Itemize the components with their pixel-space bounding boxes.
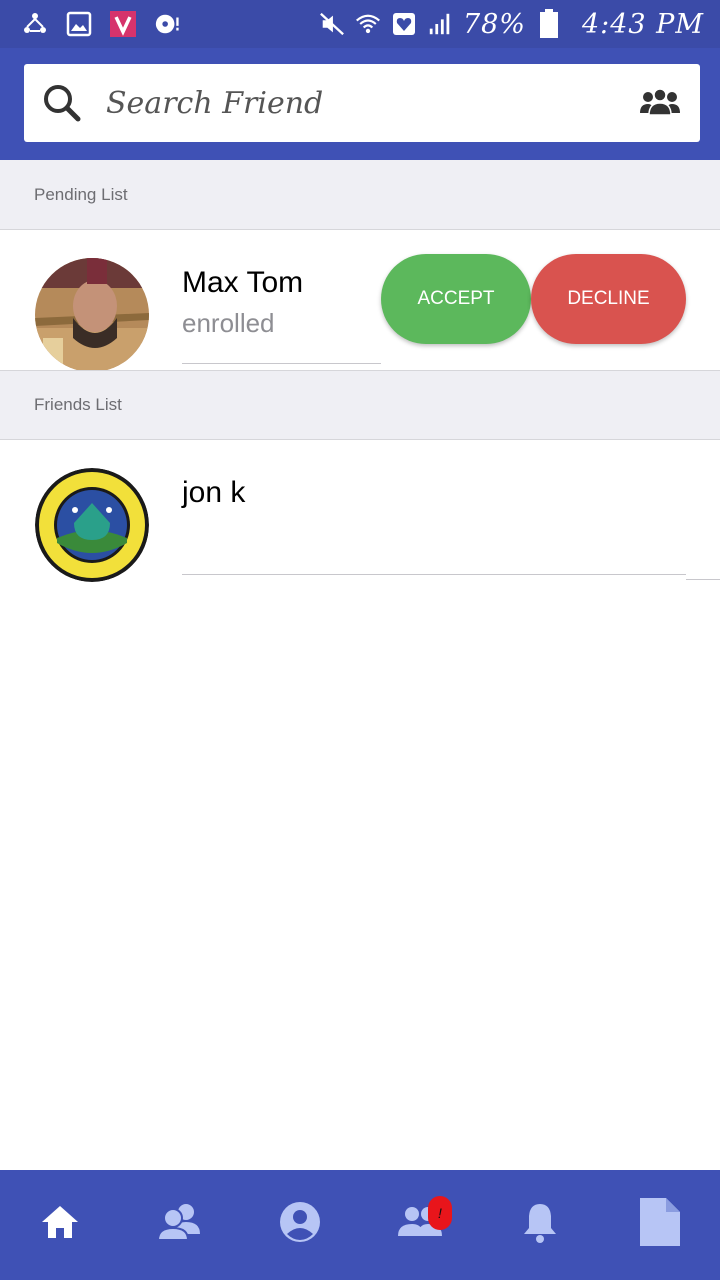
friend-item[interactable]: jon k	[0, 440, 720, 582]
friend-name: jon k	[182, 476, 246, 509]
heart-app-icon	[391, 11, 417, 37]
wifi-icon	[355, 11, 381, 37]
share-icon	[22, 11, 48, 37]
accept-button[interactable]: ACCEPT	[381, 254, 531, 344]
row-divider	[182, 574, 686, 575]
search-input[interactable]	[106, 85, 638, 121]
bell-icon[interactable]	[516, 1198, 564, 1246]
notification-badge: !	[428, 1196, 452, 1230]
bottom-navigation: !	[0, 1170, 720, 1280]
friends-list-header: Friends List	[0, 370, 720, 440]
search-icon[interactable]	[40, 81, 84, 125]
document-icon[interactable]	[636, 1198, 684, 1246]
friends-screen: 78% 4:43 PM Pending List	[0, 0, 720, 1280]
status-bar: 78% 4:43 PM	[0, 0, 720, 48]
avatar	[35, 258, 149, 372]
pending-friend-name: Max Tom	[182, 266, 304, 299]
contacts-icon[interactable]	[156, 1198, 204, 1246]
row-divider	[686, 579, 720, 580]
row-divider	[182, 363, 381, 364]
vidmate-app-icon	[110, 11, 136, 37]
search-bar[interactable]	[24, 64, 700, 142]
battery-icon	[536, 9, 562, 38]
signal-icon	[427, 11, 453, 37]
mute-icon	[319, 11, 345, 37]
gallery-icon	[66, 11, 92, 37]
clock: 4:43 PM	[581, 8, 704, 40]
battery-percent: 78%	[462, 8, 526, 40]
friends-group-icon[interactable]	[638, 81, 682, 125]
pending-item[interactable]: Max Tom enrolled ACCEPT DECLINE	[0, 230, 720, 372]
profile-icon[interactable]	[276, 1198, 324, 1246]
home-icon[interactable]	[36, 1198, 84, 1246]
search-header	[0, 48, 720, 160]
media-icon	[154, 11, 180, 37]
avatar	[35, 468, 149, 582]
pending-list-header: Pending List	[0, 160, 720, 230]
pending-friend-status: enrolled	[182, 308, 275, 338]
decline-button[interactable]: DECLINE	[531, 254, 686, 344]
